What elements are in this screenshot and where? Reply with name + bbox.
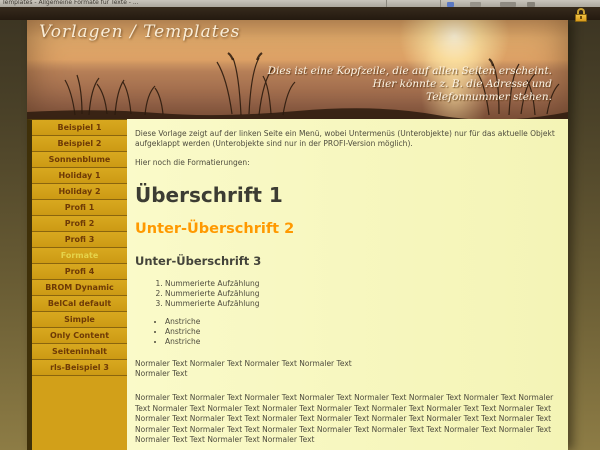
page-top-bar bbox=[0, 7, 600, 20]
main-content: Diese Vorlage zeigt auf der linken Seite… bbox=[127, 119, 568, 450]
normal-text-block: Normaler Text Normaler Text Normaler Tex… bbox=[135, 393, 556, 446]
sidebar-item-holiday-2[interactable]: Holiday 2 bbox=[32, 184, 127, 200]
site-title: Vorlagen / Templates bbox=[39, 22, 240, 42]
browser-titlebar: Templates - Allgemeine Formate für Texte… bbox=[0, 0, 600, 7]
bullet-list-item: Anstriche bbox=[165, 337, 556, 347]
bullet-list-item: Anstriche bbox=[165, 317, 556, 327]
sidebar-item-belcal-default[interactable]: BelCal default bbox=[32, 296, 127, 312]
numbered-list: Nummerierte Aufzählung Nummerierte Aufzä… bbox=[165, 279, 556, 309]
sidebar-item-profi-3[interactable]: Profi 3 bbox=[32, 232, 127, 248]
toolbar-icon-fragment bbox=[447, 2, 454, 7]
sidebar-item-seiteninhalt[interactable]: Seiteninhalt bbox=[32, 344, 127, 360]
browser-title-text: Templates - Allgemeine Formate für Texte… bbox=[2, 0, 139, 6]
sidebar-item-only-content[interactable]: Only Content bbox=[32, 328, 127, 344]
sidebar-item-sonnenblume[interactable]: Sonnenblume bbox=[32, 152, 127, 168]
tagline-line: Telefonnummer stehen. bbox=[268, 91, 552, 104]
toolbar-icon-fragment bbox=[500, 2, 516, 7]
sidebar-item-simple[interactable]: Simple bbox=[32, 312, 127, 328]
bullet-list: Anstriche Anstriche Anstriche bbox=[165, 317, 556, 347]
bullet-list-item: Anstriche bbox=[165, 327, 556, 337]
normal-text-sample: Normaler Text Normaler Text Normaler Tex… bbox=[135, 359, 556, 379]
heading-2: Unter-Überschrift 2 bbox=[135, 221, 556, 237]
heading-1: Überschrift 1 bbox=[135, 183, 556, 207]
sidebar-item-formate[interactable]: Formate bbox=[32, 248, 127, 264]
sidebar-item-beispiel-1[interactable]: Beispiel 1 bbox=[32, 120, 127, 136]
padlock-keyhole bbox=[580, 16, 582, 19]
intro-paragraph-2: Hier noch die Formatierungen: bbox=[135, 158, 556, 168]
titlebar-divider bbox=[386, 0, 387, 7]
normal-text-line: Normaler Text bbox=[135, 369, 187, 378]
header-banner-image: Vorlagen / Templates Dies ist eine Kopfz… bbox=[27, 20, 568, 119]
numbered-list-item: Nummerierte Aufzählung bbox=[165, 289, 556, 299]
padlock-icon[interactable] bbox=[575, 8, 587, 22]
header-tagline: Dies ist eine Kopfzeile, die auf allen S… bbox=[268, 65, 552, 104]
sidebar-item-rls-beispiel-3[interactable]: rls-Beispiel 3 bbox=[32, 360, 127, 376]
sidebar-item-holiday-1[interactable]: Holiday 1 bbox=[32, 168, 127, 184]
page: Templates - Allgemeine Formate für Texte… bbox=[0, 0, 600, 450]
toolbar-icon-fragment bbox=[527, 2, 535, 7]
tagline-line: Hier könnte z. B. die Adresse und bbox=[268, 78, 552, 91]
heading-3: Unter-Überschrift 3 bbox=[135, 254, 556, 268]
tagline-line: Dies ist eine Kopfzeile, die auf allen S… bbox=[268, 65, 552, 78]
sidebar-item-profi-2[interactable]: Profi 2 bbox=[32, 216, 127, 232]
normal-text-line: Normaler Text Normaler Text Normaler Tex… bbox=[135, 359, 352, 368]
sidebar-item-beispiel-2[interactable]: Beispiel 2 bbox=[32, 136, 127, 152]
toolbar-icon-fragment bbox=[470, 2, 481, 7]
titlebar-divider bbox=[440, 0, 441, 7]
sidebar-item-brom-dynamic[interactable]: BROM Dynamic bbox=[32, 280, 127, 296]
sidebar-item-profi-4[interactable]: Profi 4 bbox=[32, 264, 127, 280]
numbered-list-item: Nummerierte Aufzählung bbox=[165, 279, 556, 289]
sidebar-item-profi-1[interactable]: Profi 1 bbox=[32, 200, 127, 216]
site-frame: Vorlagen / Templates Dies ist eine Kopfz… bbox=[27, 20, 568, 450]
intro-paragraph: Diese Vorlage zeigt auf der linken Seite… bbox=[135, 129, 556, 149]
numbered-list-item: Nummerierte Aufzählung bbox=[165, 299, 556, 309]
sidebar-menu: Beispiel 1 Beispiel 2 Sonnenblume Holida… bbox=[27, 119, 127, 450]
